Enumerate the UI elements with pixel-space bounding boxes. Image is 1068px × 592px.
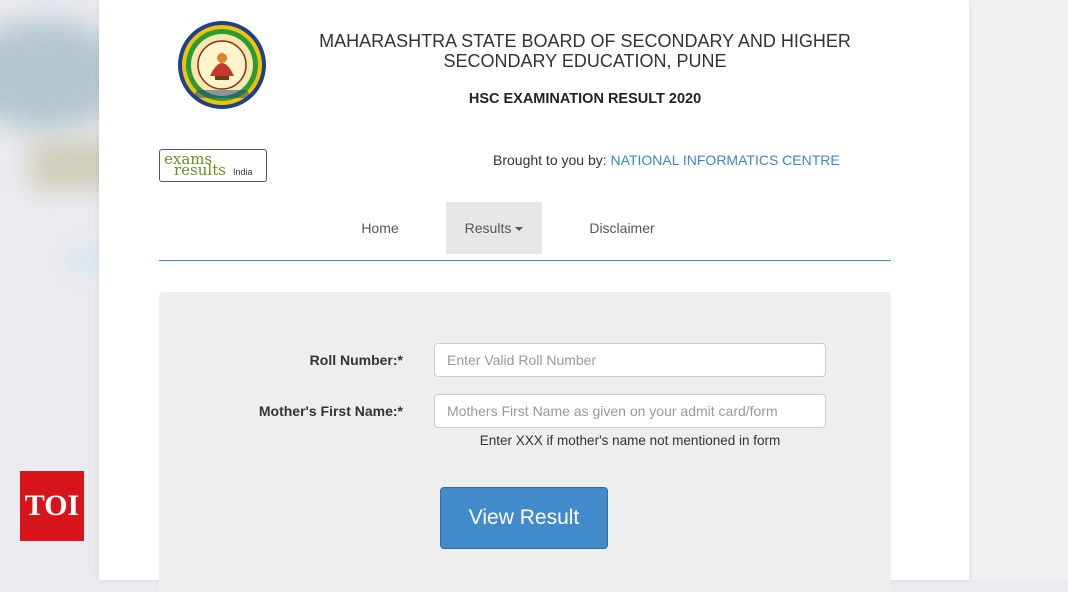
view-result-button[interactable]: View Result [440, 487, 608, 549]
nav-disclaimer[interactable]: Disclaimer [579, 202, 665, 254]
main-nav: Home Results Disclaimer [159, 200, 891, 261]
result-form-panel: Roll Number:* Mother's First Name:* Ente… [159, 292, 891, 592]
credit-prefix: Brought to you by: [493, 152, 607, 168]
mother-name-label: Mother's First Name:* [258, 403, 403, 419]
roll-number-label: Roll Number:* [309, 352, 403, 368]
nav-results-dropdown[interactable]: Results [446, 202, 542, 254]
toi-watermark-logo: TOI [20, 471, 84, 541]
exam-title: HSC EXAMINATION RESULT 2020 [468, 91, 702, 107]
board-emblem-logo [178, 21, 266, 109]
nav-home[interactable]: Home [345, 202, 415, 254]
nav-home-label: Home [361, 220, 399, 236]
mother-name-input[interactable] [434, 394, 826, 428]
roll-number-input[interactable] [434, 343, 826, 377]
badge-text-india: India [233, 167, 253, 177]
provider-credit: Brought to you by: NATIONAL INFORMATICS … [493, 152, 840, 168]
caret-down-icon [515, 227, 524, 232]
nav-disclaimer-label: Disclaimer [589, 220, 655, 236]
badge-text-results: results [174, 161, 226, 179]
nic-link[interactable]: NATIONAL INFORMATICS CENTRE [611, 152, 840, 168]
result-page: MAHARASHTRA STATE BOARD OF SECONDARY AND… [99, 0, 969, 592]
board-name: MAHARASHTRA STATE BOARD OF SECONDARY AND… [319, 31, 851, 71]
nav-results-label: Results [464, 220, 512, 236]
mother-name-hint: Enter XXX if mother's name not mentioned… [479, 433, 781, 448]
exams-results-india-logo: exams results India [159, 149, 267, 182]
